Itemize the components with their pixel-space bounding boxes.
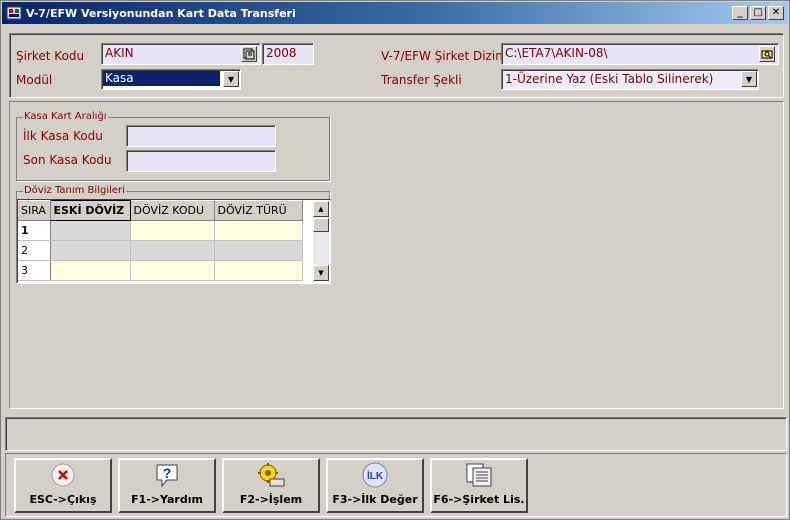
scroll-down-button[interactable]: ▼ <box>313 265 329 281</box>
f6-company-list-button[interactable]: F6->Şirket Lis. <box>430 458 528 513</box>
transfer-dropdown-button[interactable]: ▼ <box>741 71 757 87</box>
svg-text:?: ? <box>163 465 172 481</box>
f1-help-button[interactable]: ? F1->Yardım <box>118 458 216 513</box>
modul-selected-value: Kasa <box>103 71 220 86</box>
lookup-icon <box>243 48 255 60</box>
ilk-icon: İLK <box>360 461 390 489</box>
doviz-group-title: Döviz Tanım Bilgileri <box>23 185 126 196</box>
sirket-kodu-field[interactable]: AKIN <box>101 43 261 65</box>
f3-initial-value-button[interactable]: İLK F3->İlk Değer <box>326 458 424 513</box>
svg-text:İLK: İLK <box>367 469 384 482</box>
button-label: ESC->Çıkış <box>29 493 97 506</box>
maximize-button[interactable]: □ <box>750 6 766 20</box>
ilk-kasa-label: İlk Kasa Kodu <box>23 129 103 143</box>
table-row[interactable]: 3 <box>18 260 303 281</box>
table-cell[interactable] <box>214 260 303 281</box>
sirket-lookup-button[interactable] <box>241 46 257 62</box>
grid-header-row: SIRA ESKİ DÖVİZ DÖVİZ KODU DÖVİZ TÜRÜ <box>18 200 303 221</box>
status-bar <box>5 417 787 451</box>
scroll-up-button[interactable]: ▲ <box>313 201 329 217</box>
row-number: 1 <box>18 220 51 241</box>
sirket-kodu-label: Şirket Kodu <box>16 49 85 63</box>
kasa-group-title: Kasa Kart Aralığı <box>23 111 108 122</box>
table-row[interactable]: 1 <box>18 220 303 241</box>
scroll-thumb[interactable] <box>313 218 329 232</box>
table-cell[interactable] <box>214 240 303 261</box>
chevron-down-icon: ▼ <box>227 74 235 84</box>
table-cell[interactable] <box>50 260 131 281</box>
table-cell[interactable] <box>130 260 215 281</box>
window-title: V-7/EFW Versiyonundan Kart Data Transfer… <box>26 6 296 20</box>
main-window: V-7/EFW Versiyonundan Kart Data Transfer… <box>0 0 790 520</box>
arrow-down-icon: ▼ <box>318 269 324 277</box>
column-header-doviz-kodu[interactable]: DÖVİZ KODU <box>130 200 215 221</box>
table-cell[interactable] <box>130 220 215 241</box>
table-cell[interactable] <box>50 240 131 261</box>
f2-process-button[interactable]: F2->İşlem <box>222 458 320 513</box>
transfer-select[interactable]: 1-Üzerine Yaz (Eski Tablo Silinerek) <box>501 69 759 90</box>
esc-exit-button[interactable]: ESC->Çıkış <box>14 458 112 513</box>
dizin-field[interactable]: C:\ETA7\AKIN-08\ <box>501 43 779 65</box>
dizin-browse-button[interactable] <box>759 46 775 62</box>
chevron-down-icon: ▼ <box>745 74 753 84</box>
column-header-sira[interactable]: SIRA <box>18 200 51 221</box>
button-label: F3->İlk Değer <box>332 493 418 506</box>
dizin-label: V-7/EFW Şirket Dizini <box>381 49 507 63</box>
column-header-doviz-turu[interactable]: DÖVİZ TÜRÜ <box>214 200 303 221</box>
process-icon <box>256 461 286 489</box>
function-toolbar: ESC->Çıkış ? F1->Yardım F2->İşlem İLK F3… <box>5 453 787 517</box>
close-icon: ✕ <box>771 7 781 18</box>
transfer-label: Transfer Şekli <box>381 73 462 87</box>
company-list-icon <box>464 461 494 489</box>
close-icon <box>48 461 78 489</box>
button-label: F2->İşlem <box>239 493 303 506</box>
ilk-kasa-input[interactable] <box>126 125 276 147</box>
row-number: 3 <box>18 260 51 281</box>
title-bar[interactable]: V-7/EFW Versiyonundan Kart Data Transfer… <box>2 2 788 24</box>
minimize-button[interactable]: _ <box>732 6 748 20</box>
arrow-up-icon: ▲ <box>318 205 324 213</box>
modul-dropdown-button[interactable]: ▼ <box>223 71 239 87</box>
table-cell[interactable] <box>50 220 131 241</box>
close-window-button[interactable]: ✕ <box>768 6 784 20</box>
son-kasa-label: Son Kasa Kodu <box>23 153 112 167</box>
minimize-icon: _ <box>737 7 743 18</box>
table-cell[interactable] <box>130 240 215 261</box>
folder-search-icon <box>761 50 773 59</box>
grid-scrollbar[interactable]: ▲ ▼ <box>313 201 329 281</box>
button-label: F6->Şirket Lis. <box>433 493 525 506</box>
table-cell[interactable] <box>214 220 303 241</box>
row-number: 2 <box>18 240 51 261</box>
button-label: F1->Yardım <box>131 493 203 506</box>
modul-label: Modül <box>16 73 53 87</box>
column-header-eski-doviz[interactable]: ESKİ DÖVİZ <box>49 200 131 221</box>
table-row[interactable]: 2 <box>18 240 303 261</box>
son-kasa-input[interactable] <box>126 150 276 172</box>
help-icon: ? <box>152 461 182 489</box>
modul-select[interactable]: Kasa <box>101 69 241 90</box>
maximize-icon: □ <box>753 7 763 18</box>
app-icon <box>6 6 22 20</box>
doviz-grid[interactable]: SIRA ESKİ DÖVİZ DÖVİZ KODU DÖVİZ TÜRÜ 1 … <box>17 199 331 283</box>
sirket-year-field[interactable]: 2008 <box>262 43 314 65</box>
